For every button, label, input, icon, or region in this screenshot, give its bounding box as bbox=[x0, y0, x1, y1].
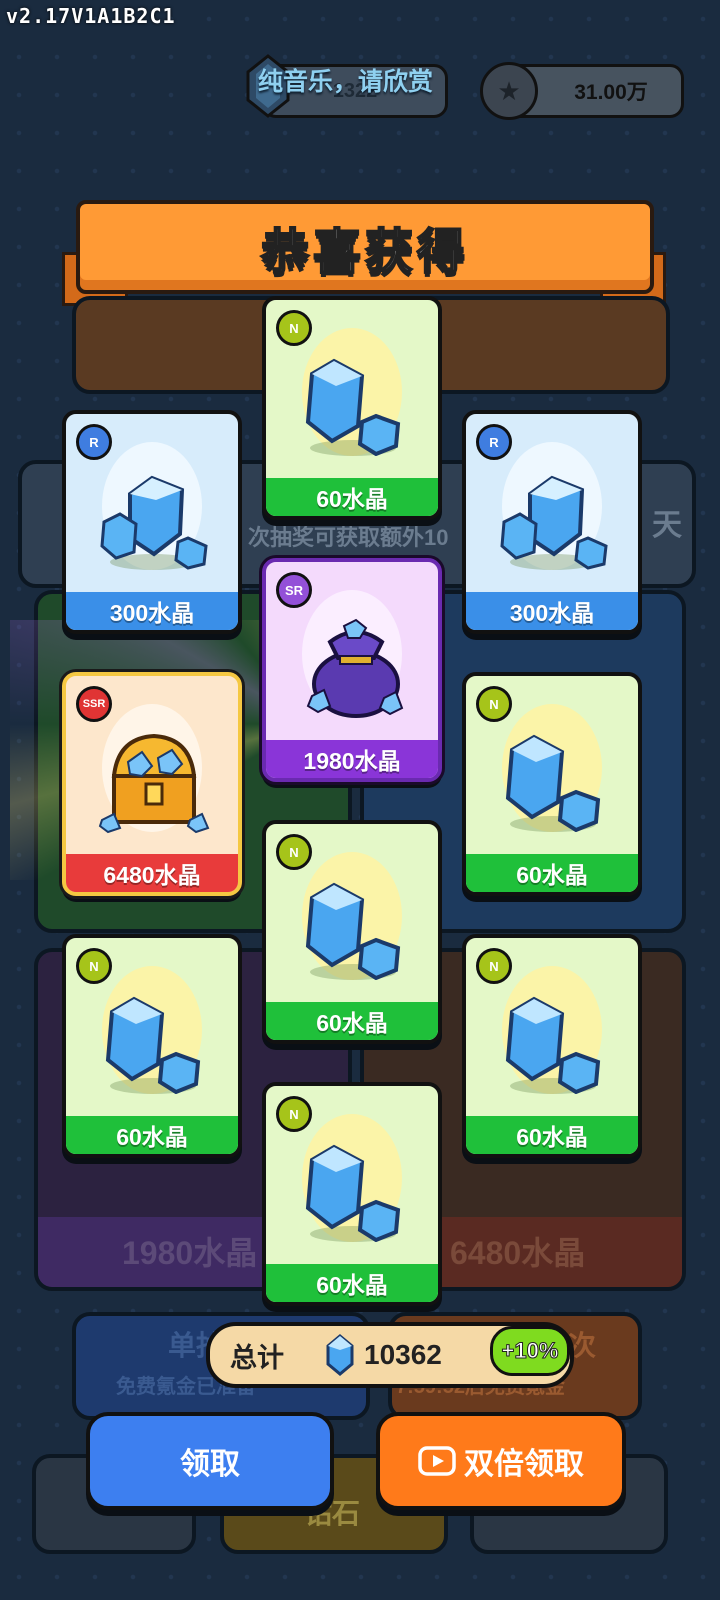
rarity-badge: SR bbox=[276, 572, 312, 608]
coin-amount: 31.00万 bbox=[574, 81, 648, 104]
reward-label: 60水晶 bbox=[466, 854, 638, 892]
rarity-badge: R bbox=[476, 424, 512, 460]
double-claim-button[interactable]: 双倍领取 bbox=[376, 1412, 626, 1510]
bonus-badge: +10% bbox=[490, 1326, 570, 1376]
video-ad-icon bbox=[418, 1446, 456, 1476]
claim-button-label: 领取 bbox=[180, 1448, 240, 1481]
crystal-icon bbox=[505, 996, 601, 1094]
reward-card-n: N 60水晶 bbox=[262, 1082, 442, 1306]
reward-card-n: N 60水晶 bbox=[262, 820, 442, 1044]
bg-bottom-left-value: 1980水晶 bbox=[122, 1235, 258, 1271]
crystal-cluster-icon bbox=[500, 475, 608, 570]
version-label: v2.17V1A1B2C1 bbox=[6, 4, 176, 28]
rarity-badge: N bbox=[276, 310, 312, 346]
reward-label: 60水晶 bbox=[466, 1116, 638, 1154]
crystal-icon bbox=[305, 1144, 401, 1242]
crystal-icon bbox=[105, 996, 201, 1094]
double-claim-label: 双倍领取 bbox=[464, 1448, 584, 1481]
coin-icon: ★ bbox=[480, 62, 538, 120]
reward-card-ssr: SSR 6480水晶 bbox=[62, 672, 242, 896]
total-value: 10362 bbox=[364, 1339, 442, 1370]
crystal-icon bbox=[505, 734, 601, 832]
crystal-icon bbox=[305, 358, 401, 456]
congrats-banner: 恭喜获得 bbox=[76, 200, 654, 294]
reward-label: 6480水晶 bbox=[66, 854, 238, 892]
banner-title: 恭喜获得 bbox=[260, 225, 469, 280]
reward-label: 60水晶 bbox=[266, 478, 438, 516]
reward-card-n: N 60水晶 bbox=[262, 296, 442, 520]
reward-label: 1980水晶 bbox=[266, 740, 438, 778]
crystal-cluster-icon bbox=[100, 475, 208, 570]
rarity-badge: N bbox=[276, 834, 312, 870]
music-notice: 纯音乐，请欣赏 bbox=[258, 68, 434, 96]
reward-card-r: R 300水晶 bbox=[62, 410, 242, 634]
reward-card-n: N 60水晶 bbox=[462, 934, 642, 1158]
reward-label: 60水晶 bbox=[66, 1116, 238, 1154]
bg-bottom-right-value: 6480水晶 bbox=[450, 1235, 586, 1271]
rarity-badge: N bbox=[476, 686, 512, 722]
reward-card-n: N 60水晶 bbox=[462, 672, 642, 896]
crystal-icon bbox=[326, 1334, 354, 1376]
bg-hint-text: 次抽奖可获取额外10 bbox=[248, 525, 449, 550]
treasure-chest-icon bbox=[98, 733, 210, 834]
claim-button[interactable]: 领取 bbox=[86, 1412, 334, 1510]
crystal-icon bbox=[305, 882, 401, 980]
bg-day-label: 天 bbox=[652, 509, 682, 542]
reward-card-r: R 300水晶 bbox=[462, 410, 642, 634]
reward-label: 60水晶 bbox=[266, 1264, 438, 1302]
rarity-badge: N bbox=[276, 1096, 312, 1132]
total-label: 总计 bbox=[230, 1342, 284, 1373]
rarity-badge: N bbox=[76, 948, 112, 984]
rarity-badge: SSR bbox=[76, 686, 112, 722]
reward-card-sr: SR 1980水晶 bbox=[262, 558, 442, 782]
reward-label: 300水晶 bbox=[66, 592, 238, 630]
reward-label: 300水晶 bbox=[466, 592, 638, 630]
reward-card-n: N 60水晶 bbox=[62, 934, 242, 1158]
rarity-badge: N bbox=[476, 948, 512, 984]
reward-label: 60水晶 bbox=[266, 1002, 438, 1040]
crystal-bag-icon bbox=[306, 618, 404, 718]
rarity-badge: R bbox=[76, 424, 112, 460]
